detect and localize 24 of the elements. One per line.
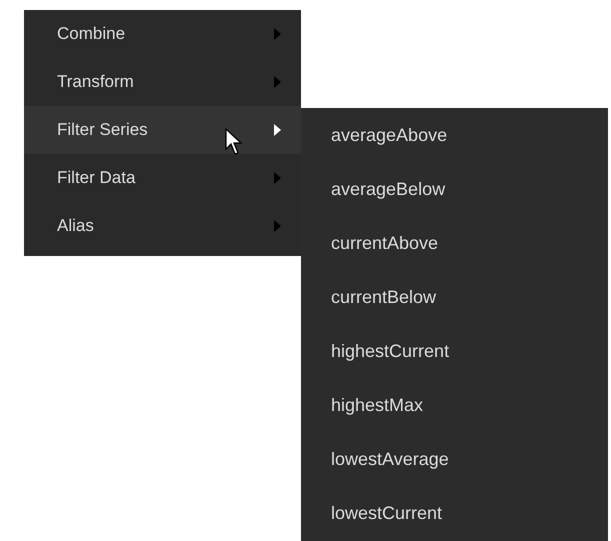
submenu-item[interactable]: currentBelow [301,270,608,324]
menu-item[interactable]: Transform [24,58,301,106]
menu-label: Filter Data [57,168,136,188]
menu-label: Alias [57,216,94,236]
menu-item[interactable]: Combine [24,10,301,58]
submenu-item[interactable]: averageBelow [301,162,608,216]
menu-label: Transform [57,72,134,92]
menu-item[interactable]: Alias [24,202,301,250]
submenu-arrow-icon [274,76,281,88]
menu-item[interactable]: Filter Data [24,154,301,202]
cursor-icon [225,128,245,156]
menu-label: Filter Series [57,120,148,140]
submenu-arrow-icon [274,124,281,136]
submenu-arrow-icon [274,220,281,232]
submenu-arrow-icon [274,28,281,40]
submenu-item[interactable]: lowestCurrent [301,486,608,540]
submenu-item[interactable]: highestCurrent [301,324,608,378]
submenu-item[interactable]: currentAbove [301,216,608,270]
menu-item[interactable]: Filter Series [24,106,301,154]
submenu-arrow-icon [274,172,281,184]
submenu-item[interactable]: lowestAverage [301,432,608,486]
submenu-item[interactable]: averageAbove [301,108,608,162]
menu-label: Combine [57,24,126,44]
submenu-item[interactable]: highestMax [301,378,608,432]
